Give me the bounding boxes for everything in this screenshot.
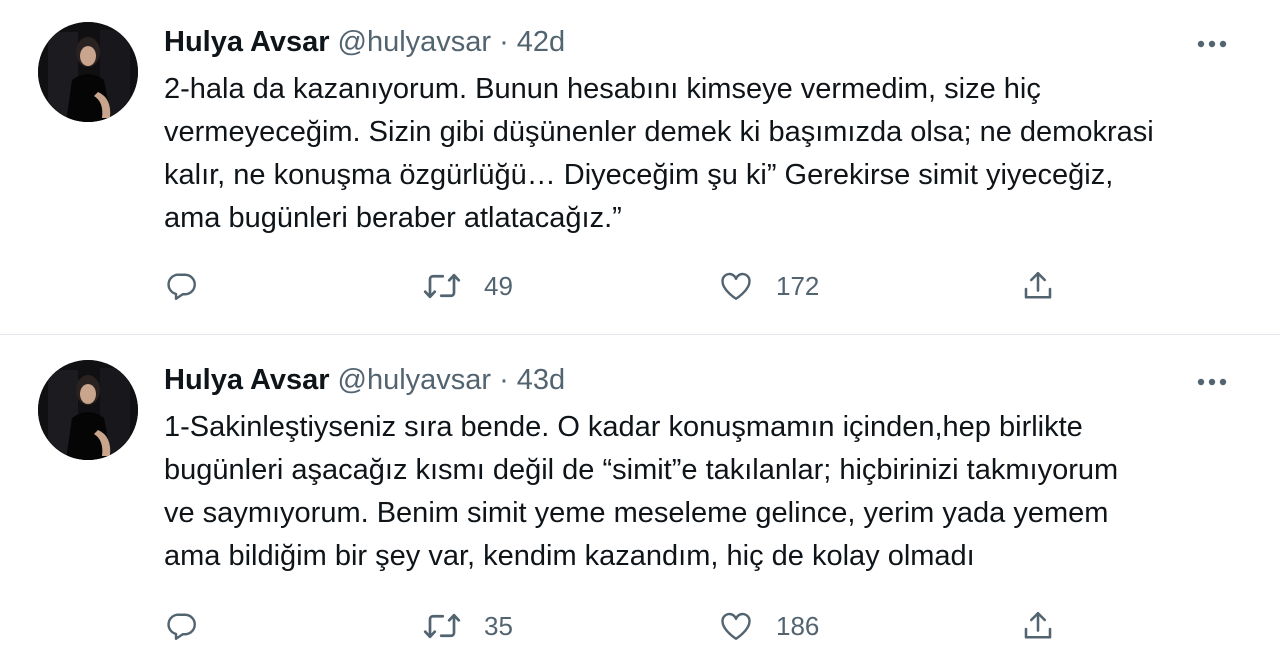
- tweet-header: Hulya Avsar @hulyavsar · 42d: [164, 22, 565, 62]
- share-button[interactable]: [1020, 606, 1056, 646]
- retweet-button[interactable]: 49: [422, 266, 513, 306]
- tweet[interactable]: Hulya Avsar @hulyavsar · 43d 1-Sakinleşt…: [0, 336, 1280, 669]
- tweet-timestamp[interactable]: 42d: [517, 26, 565, 59]
- tweet-text-line: bugünleri aşacağız kısmı değil de “simit…: [164, 454, 1119, 486]
- heart-icon: [721, 612, 751, 640]
- tweet-timestamp[interactable]: 43d: [517, 364, 565, 397]
- more-options-button[interactable]: [1194, 364, 1230, 400]
- reply-button[interactable]: [164, 606, 200, 646]
- tweet-actions: 49 172: [164, 266, 1244, 306]
- more-options-icon: [1197, 40, 1227, 48]
- heart-icon: [721, 272, 751, 300]
- more-options-icon: [1197, 378, 1227, 386]
- reply-icon: [167, 613, 196, 640]
- tweet-text-line: kalır, ne konuşma özgürlüğü… Diyeceğim ş…: [164, 159, 1114, 191]
- reply-icon: [167, 273, 196, 300]
- tweet-text-line: vermeyeceğim. Sizin gibi düşünenler deme…: [164, 116, 1154, 148]
- retweet-count: 35: [484, 610, 513, 641]
- tweet-text: 1-Sakinleştiyseniz sıra bende. O kadar k…: [164, 406, 1244, 578]
- tweet-text-line: ama bugünleri beraber atlatacağız.”: [164, 202, 622, 234]
- reply-button[interactable]: [164, 266, 200, 306]
- retweet-count: 49: [484, 270, 513, 301]
- retweet-icon: [423, 273, 461, 299]
- author-name[interactable]: Hulya Avsar: [164, 26, 330, 59]
- like-count: 172: [776, 270, 820, 301]
- retweet-button[interactable]: 35: [422, 606, 513, 646]
- tweet-actions: 35 186: [164, 606, 1244, 646]
- author-handle[interactable]: @hulyavsar: [338, 26, 492, 59]
- retweet-icon: [423, 613, 461, 639]
- tweet-header: Hulya Avsar @hulyavsar · 43d: [164, 360, 565, 400]
- tweet-text-line: 1-Sakinleştiyseniz sıra bende. O kadar k…: [164, 411, 1083, 443]
- tweet-text-line: ve saymıyorum. Benim simit yeme meseleme…: [164, 497, 1109, 529]
- separator-dot: ·: [499, 363, 509, 396]
- share-button[interactable]: [1020, 266, 1056, 306]
- avatar-image: [38, 360, 138, 460]
- tweet-text-line: 2-hala da kazanıyorum. Bunun hesabını ki…: [164, 73, 1041, 105]
- avatar[interactable]: [38, 22, 138, 122]
- tweet-text-line: ama bildiğim bir şey var, kendim kazandı…: [164, 540, 975, 572]
- author-handle[interactable]: @hulyavsar: [338, 364, 492, 397]
- share-icon: [1024, 611, 1052, 639]
- like-button[interactable]: 186: [718, 606, 819, 646]
- share-icon: [1024, 271, 1052, 299]
- like-button[interactable]: 172: [718, 266, 819, 306]
- author-name[interactable]: Hulya Avsar: [164, 364, 330, 397]
- avatar[interactable]: [38, 360, 138, 460]
- like-count: 186: [776, 610, 820, 641]
- avatar-image: [38, 22, 138, 122]
- tweet-feed: Hulya Avsar @hulyavsar · 42d 2-hala da k…: [0, 0, 1280, 669]
- separator-dot: ·: [499, 25, 509, 58]
- more-options-button[interactable]: [1194, 26, 1230, 62]
- tweet[interactable]: Hulya Avsar @hulyavsar · 42d 2-hala da k…: [0, 0, 1280, 335]
- tweet-text: 2-hala da kazanıyorum. Bunun hesabını ki…: [164, 68, 1244, 240]
